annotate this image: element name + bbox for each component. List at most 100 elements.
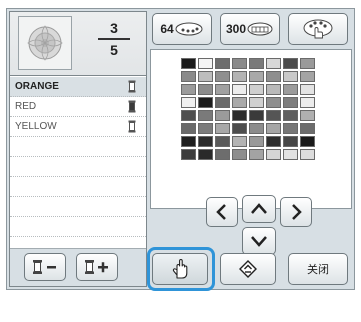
color-swatch[interactable] xyxy=(198,149,213,160)
color-swatch[interactable] xyxy=(266,97,281,108)
color-row-red[interactable]: RED xyxy=(10,97,146,117)
arrow-right-button[interactable] xyxy=(280,197,312,227)
flower-pattern-icon xyxy=(27,25,63,61)
thread-color-list: ORANGE RED YELLOW xyxy=(10,77,146,237)
color-swatch[interactable] xyxy=(198,97,213,108)
color-swatch[interactable] xyxy=(215,58,230,69)
thread-color-panel: 3 5 ORANGE RED YELLOW xyxy=(9,11,147,287)
color-swatch[interactable] xyxy=(300,97,315,108)
color-swatch[interactable] xyxy=(300,71,315,82)
color-swatch[interactable] xyxy=(215,71,230,82)
color-swatch[interactable] xyxy=(266,71,281,82)
color-swatch[interactable] xyxy=(198,71,213,82)
color-swatch[interactable] xyxy=(300,58,315,69)
arrow-up-button[interactable] xyxy=(242,195,276,223)
color-swatch[interactable] xyxy=(232,110,247,121)
color-selection-panel: 64 300 关闭 xyxy=(150,11,352,287)
color-swatch[interactable] xyxy=(232,123,247,134)
palette-64-button[interactable]: 64 xyxy=(152,13,212,45)
custom-palette-button[interactable] xyxy=(288,13,348,45)
spool-plus-icon xyxy=(85,260,108,274)
color-row-yellow[interactable]: YELLOW xyxy=(10,117,146,137)
fraction-bar xyxy=(98,38,130,40)
color-swatch[interactable] xyxy=(266,123,281,134)
arrow-left-button[interactable] xyxy=(206,197,238,227)
chevron-up-icon xyxy=(251,203,267,214)
color-swatch[interactable] xyxy=(232,71,247,82)
eraser-diamond-icon xyxy=(239,260,257,278)
color-swatch[interactable] xyxy=(181,136,196,147)
color-swatch[interactable] xyxy=(215,84,230,95)
color-row-orange[interactable]: ORANGE xyxy=(10,77,146,97)
palette-swatches xyxy=(181,58,321,160)
color-swatch[interactable] xyxy=(232,97,247,108)
color-swatch[interactable] xyxy=(300,110,315,121)
eraser-button[interactable] xyxy=(220,253,276,285)
color-row-empty xyxy=(10,137,146,157)
arrow-down-button[interactable] xyxy=(242,227,276,255)
color-swatch[interactable] xyxy=(198,58,213,69)
color-swatch[interactable] xyxy=(249,97,264,108)
color-swatch[interactable] xyxy=(266,136,281,147)
chevron-right-icon xyxy=(292,204,302,220)
chevron-left-icon xyxy=(216,204,226,220)
color-swatch[interactable] xyxy=(215,110,230,121)
palette-64-label: 64 xyxy=(160,22,174,36)
color-swatch[interactable] xyxy=(266,149,281,160)
color-swatch[interactable] xyxy=(283,58,298,69)
color-swatch[interactable] xyxy=(249,84,264,95)
thread-order-controls xyxy=(10,248,146,286)
color-swatch[interactable] xyxy=(198,136,213,147)
color-swatch[interactable] xyxy=(283,110,298,121)
spool-minus-icon xyxy=(33,260,56,274)
color-swatch[interactable] xyxy=(232,136,247,147)
color-swatch[interactable] xyxy=(181,58,196,69)
highlight-frame xyxy=(147,247,215,291)
color-row-empty xyxy=(10,177,146,197)
color-swatch[interactable] xyxy=(249,136,264,147)
color-swatch[interactable] xyxy=(266,110,281,121)
color-swatch[interactable] xyxy=(232,149,247,160)
color-swatch[interactable] xyxy=(181,97,196,108)
color-swatch[interactable] xyxy=(249,71,264,82)
color-swatch[interactable] xyxy=(283,136,298,147)
color-swatch[interactable] xyxy=(215,97,230,108)
color-swatch[interactable] xyxy=(283,71,298,82)
close-button[interactable]: 关闭 xyxy=(288,253,348,285)
color-swatch[interactable] xyxy=(215,123,230,134)
palette-300-label: 300 xyxy=(225,22,247,36)
color-swatch[interactable] xyxy=(283,123,298,134)
color-swatch[interactable] xyxy=(283,149,298,160)
thread-palette-icon xyxy=(247,22,273,36)
palette-300-button[interactable]: 300 xyxy=(220,13,280,45)
color-swatch[interactable] xyxy=(300,84,315,95)
color-swatch[interactable] xyxy=(198,123,213,134)
move-color-down-button[interactable] xyxy=(76,253,118,281)
color-swatch[interactable] xyxy=(249,58,264,69)
color-swatch[interactable] xyxy=(181,84,196,95)
color-swatch[interactable] xyxy=(232,84,247,95)
color-swatch[interactable] xyxy=(300,123,315,134)
color-swatch[interactable] xyxy=(249,149,264,160)
color-swatch[interactable] xyxy=(300,149,315,160)
color-swatch[interactable] xyxy=(249,110,264,121)
palette-hand-icon xyxy=(303,19,333,39)
color-swatch[interactable] xyxy=(181,123,196,134)
color-swatch[interactable] xyxy=(181,110,196,121)
color-swatch[interactable] xyxy=(215,136,230,147)
move-color-up-button[interactable] xyxy=(24,253,66,281)
color-swatch[interactable] xyxy=(266,58,281,69)
color-swatch[interactable] xyxy=(283,84,298,95)
color-swatch[interactable] xyxy=(215,149,230,160)
color-swatch[interactable] xyxy=(181,71,196,82)
color-swatch[interactable] xyxy=(283,97,298,108)
color-name: YELLOW xyxy=(15,121,57,132)
color-swatch[interactable] xyxy=(198,110,213,121)
color-name: RED xyxy=(15,101,37,112)
color-swatch[interactable] xyxy=(266,84,281,95)
color-swatch[interactable] xyxy=(300,136,315,147)
color-swatch[interactable] xyxy=(181,149,196,160)
color-swatch[interactable] xyxy=(198,84,213,95)
color-swatch[interactable] xyxy=(232,58,247,69)
color-swatch[interactable] xyxy=(249,123,264,134)
